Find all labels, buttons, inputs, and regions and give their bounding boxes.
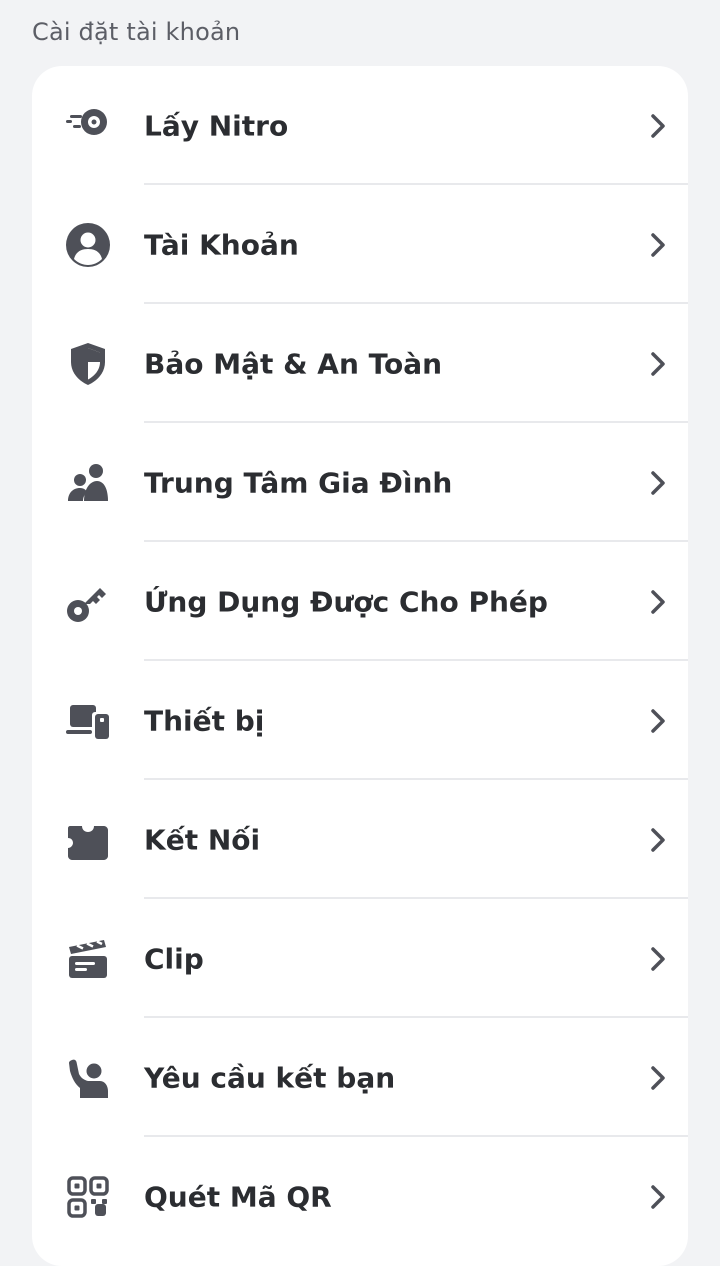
settings-item-label: Kết Nối [144, 823, 261, 856]
settings-item-family-center[interactable]: Trung Tâm Gia Đình [32, 423, 688, 542]
settings-item-security[interactable]: Bảo Mật & An Toàn [32, 304, 688, 423]
settings-item-friend-requests[interactable]: Yêu cầu kết bạn [32, 1018, 688, 1137]
chevron-right-icon [646, 943, 670, 975]
devices-icon [64, 697, 112, 745]
chevron-right-icon [646, 1181, 670, 1213]
settings-item-label: Thiết bị [144, 704, 265, 737]
settings-item-label: Quét Mã QR [144, 1180, 332, 1213]
settings-item-label: Clip [144, 942, 204, 975]
settings-item-scan-qr[interactable]: Quét Mã QR [32, 1137, 688, 1256]
clapperboard-icon [64, 935, 112, 983]
chevron-right-icon [646, 1062, 670, 1094]
chevron-right-icon [646, 110, 670, 142]
settings-item-nitro[interactable]: Lấy Nitro [32, 66, 688, 185]
family-icon [64, 459, 112, 507]
puzzle-icon [64, 816, 112, 864]
chevron-right-icon [646, 229, 670, 261]
chevron-right-icon [646, 348, 670, 380]
chevron-right-icon [646, 705, 670, 737]
settings-item-label: Ứng Dụng Được Cho Phép [144, 585, 548, 618]
settings-item-label: Yêu cầu kết bạn [144, 1061, 396, 1094]
settings-item-connections[interactable]: Kết Nối [32, 780, 688, 899]
settings-item-clips[interactable]: Clip [32, 899, 688, 1018]
settings-item-label: Bảo Mật & An Toàn [144, 347, 443, 380]
account-icon [64, 221, 112, 269]
settings-list: Lấy Nitro Tài Khoản Bảo Mật & An Toàn Tr… [32, 66, 688, 1266]
shield-icon [64, 340, 112, 388]
key-icon [64, 578, 112, 626]
section-title: Cài đặt tài khoản [32, 18, 241, 46]
settings-item-authorized-apps[interactable]: Ứng Dụng Được Cho Phép [32, 542, 688, 661]
settings-item-account[interactable]: Tài Khoản [32, 185, 688, 304]
friend-request-icon [64, 1054, 112, 1102]
chevron-right-icon [646, 467, 670, 499]
chevron-right-icon [646, 824, 670, 856]
chevron-right-icon [646, 586, 670, 618]
settings-item-label: Lấy Nitro [144, 109, 289, 142]
settings-item-devices[interactable]: Thiết bị [32, 661, 688, 780]
qr-code-icon [64, 1173, 112, 1221]
settings-item-label: Tài Khoản [144, 228, 299, 261]
settings-item-label: Trung Tâm Gia Đình [144, 466, 453, 499]
nitro-icon [64, 102, 112, 150]
